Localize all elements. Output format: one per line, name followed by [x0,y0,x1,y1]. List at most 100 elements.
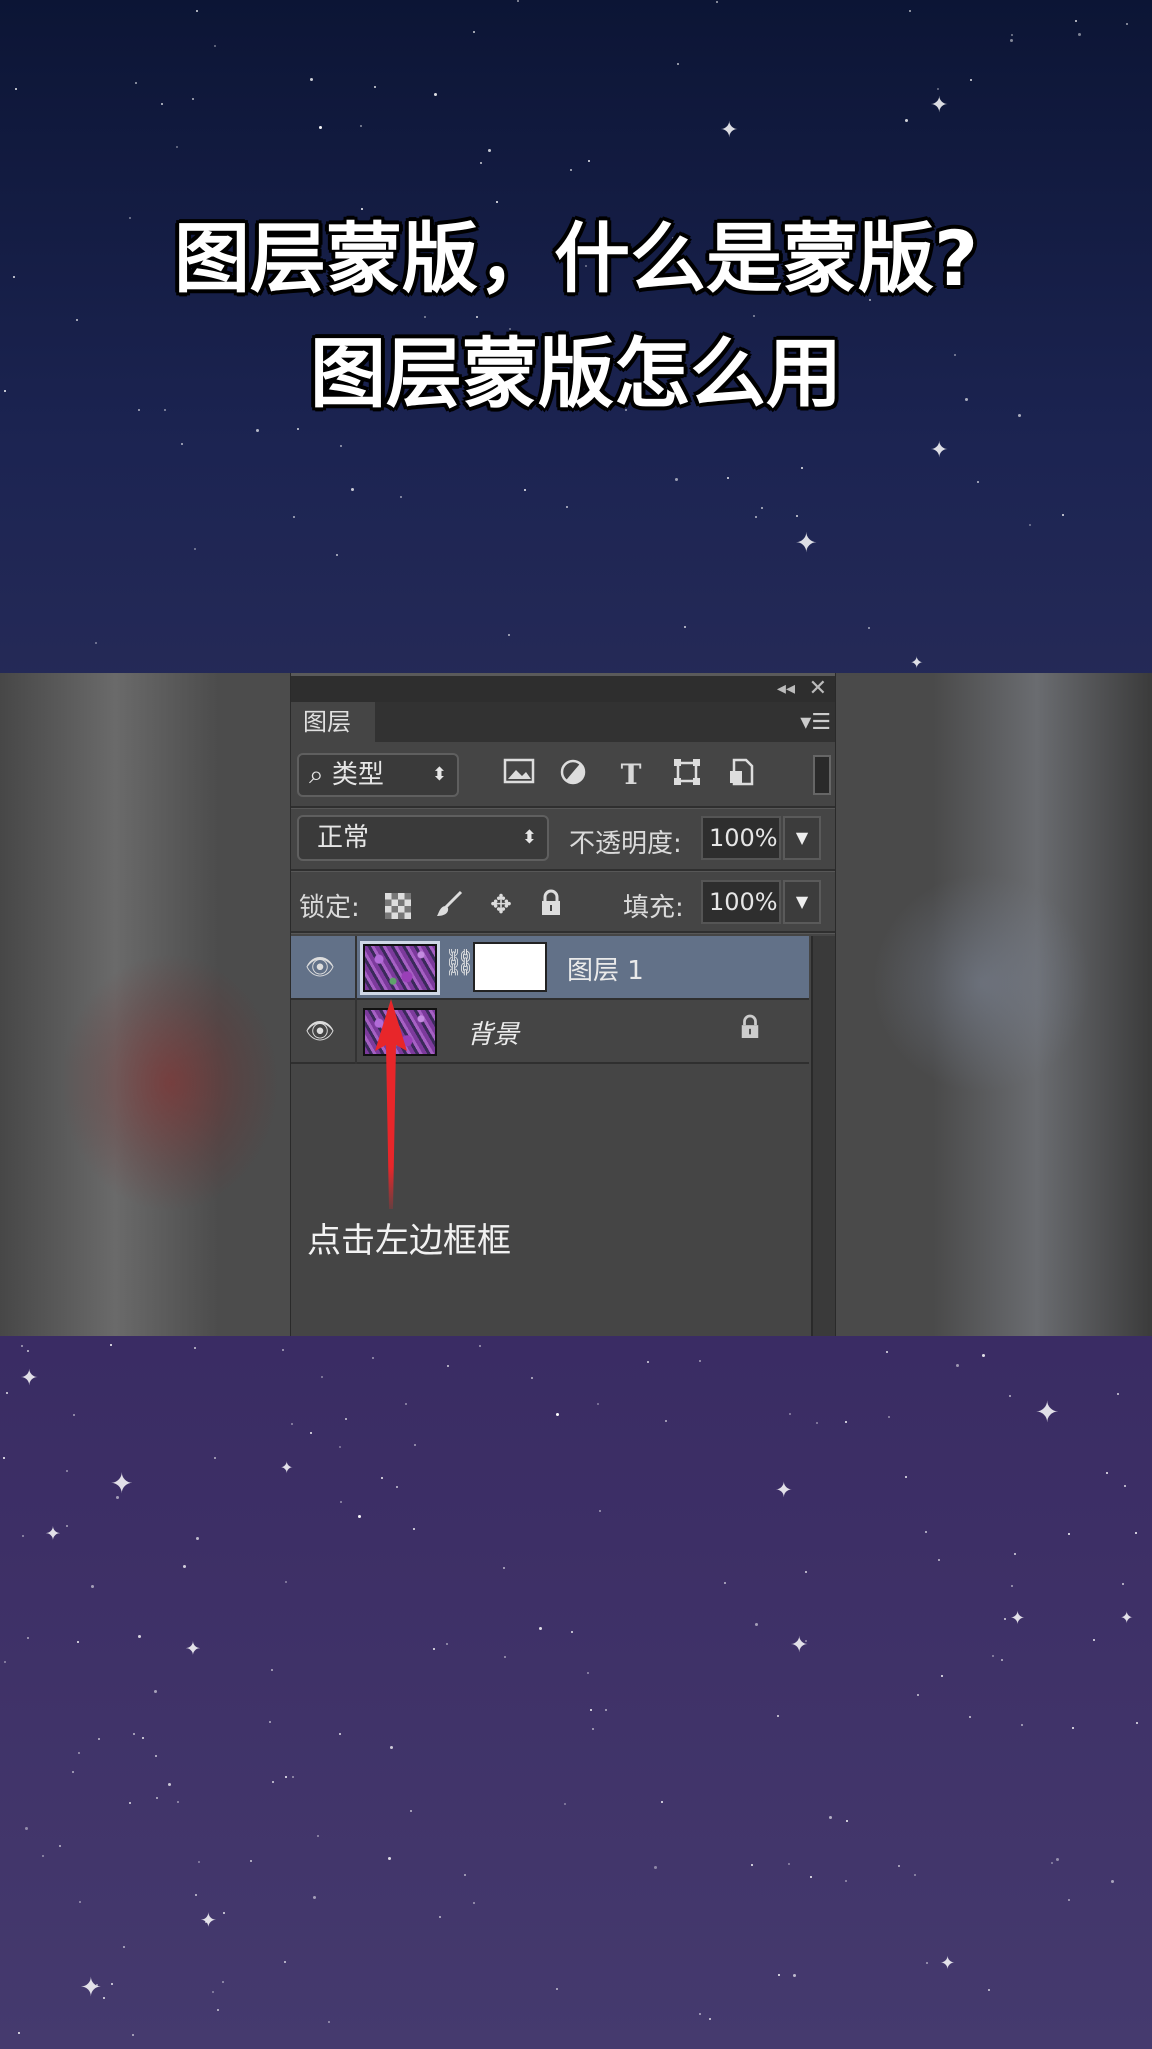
star [1136,1721,1139,1724]
star [195,1893,198,1896]
star [723,1581,726,1584]
star [138,1635,142,1639]
star [222,1911,225,1914]
fill-input[interactable]: 100% [701,880,781,924]
fill-dropdown[interactable]: ▼ [783,880,821,924]
star [571,1630,574,1633]
star [539,1626,543,1630]
star [683,626,686,629]
star [570,169,573,172]
filter-kind-select[interactable]: ⌕ 类型 ⬍ [297,753,459,797]
adjustment-filter-icon[interactable] [555,757,591,793]
layer-mask-thumbnail[interactable] [473,942,547,992]
sparkle-star: ✦ [110,1467,134,1500]
background-blur-red [60,953,280,1213]
star [292,1775,295,1778]
select-arrows-icon: ⬍ [431,764,447,785]
star [110,1983,113,1986]
mask-link-chain-icon[interactable]: ⛓ [443,948,476,978]
star [344,1417,347,1420]
star [937,1558,940,1561]
star [193,548,196,551]
image-filter-icon[interactable] [501,757,537,793]
shape-filter-icon[interactable] [669,757,705,793]
star [153,1690,157,1694]
tab-layers[interactable]: 图层 [291,702,375,744]
star [937,88,940,91]
star [1003,1617,1006,1620]
layer-list-scrollbar[interactable] [811,936,835,1336]
star [556,1988,559,1991]
star [1122,1582,1125,1585]
layer-name[interactable]: 背景 [467,1014,519,1051]
star [1134,1531,1137,1534]
lock-all-icon[interactable] [535,889,567,921]
star [1055,1857,1059,1861]
star [699,2013,702,2016]
type-filter-icon[interactable]: T [613,757,649,793]
star [751,1863,754,1866]
opacity-dropdown[interactable]: ▼ [783,816,821,860]
star [95,641,98,644]
star [647,1360,650,1363]
lock-position-icon[interactable]: ✥ [485,889,517,921]
lock-label: 锁定: [299,893,360,923]
star [517,0,520,3]
lock-image-pixels-icon[interactable] [433,889,465,921]
star [413,1444,416,1447]
star [335,554,338,557]
smart-object-filter-icon[interactable] [723,757,759,793]
opacity-input[interactable]: 100% [701,816,781,860]
star [281,1349,284,1352]
star [588,160,590,163]
star [531,1376,534,1379]
blend-mode-select[interactable]: 正常 ⬍ [297,815,549,861]
star [217,2008,220,2011]
layer-row-layer-1[interactable]: 👁 ⛓ 图层 1 [291,936,809,1000]
star [716,0,719,3]
lock-transparent-pixels-icon[interactable] [385,893,411,919]
layer-lock-icon [739,1014,761,1047]
star [168,1782,172,1786]
filter-row: ⌕ 类型 ⬍ T [291,743,835,805]
layer-row-background[interactable]: 👁 背景 [291,1000,809,1064]
panel-menu-icon[interactable]: ▾☰ [800,710,831,735]
star [198,1861,201,1864]
star [339,1733,342,1736]
divider [355,936,357,1000]
sparkle-star: ✦ [280,1458,294,1477]
star [924,1531,927,1534]
star [727,476,730,479]
background-blur-blue [872,873,1092,1093]
star [664,1420,667,1423]
visibility-eye-icon[interactable]: 👁 [303,954,337,980]
star [156,1796,159,1799]
star [91,1585,95,1589]
star [473,31,476,34]
layer-name[interactable]: 图层 1 [567,950,644,987]
star [410,1810,413,1813]
star [804,1570,807,1573]
star [1111,1879,1115,1883]
visibility-eye-icon[interactable]: 👁 [303,1018,337,1044]
star [78,1900,81,1903]
star [1123,1485,1126,1488]
sparkle-star: ✦ [1010,1608,1026,1629]
star [709,2017,711,2020]
star [1067,1532,1070,1535]
star [809,1876,812,1879]
star [1001,1659,1004,1662]
filter-toggle[interactable] [813,755,831,795]
close-icon[interactable]: ✕ [809,676,827,701]
star [956,1363,960,1367]
star [181,443,184,446]
collapse-icon[interactable]: ◂◂ [777,678,795,699]
star [269,1720,272,1723]
star [160,102,163,105]
star [1009,38,1013,42]
star [800,466,803,469]
star [360,125,363,128]
star [399,496,402,499]
layer-thumbnail[interactable] [360,941,440,995]
star [916,1693,919,1696]
